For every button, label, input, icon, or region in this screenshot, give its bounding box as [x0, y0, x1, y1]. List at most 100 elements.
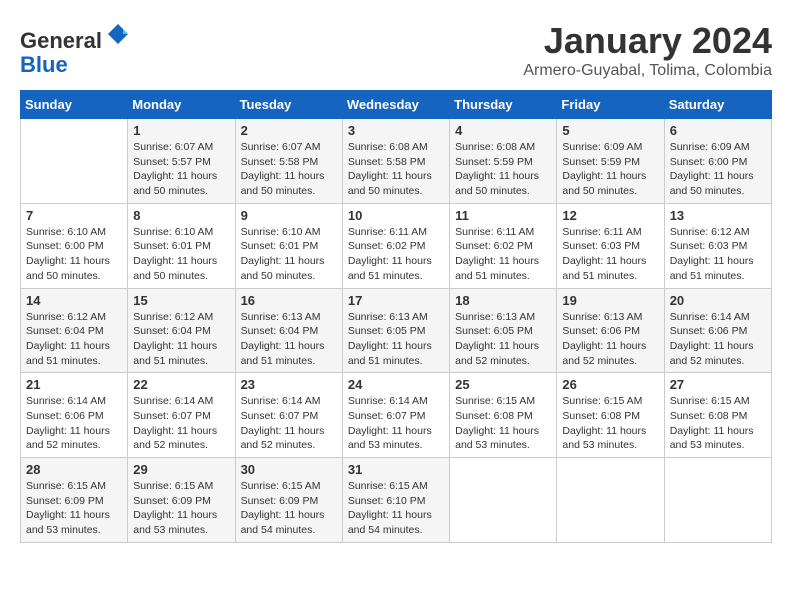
day-number: 6 — [670, 123, 766, 138]
day-cell: 18 Sunrise: 6:13 AMSunset: 6:05 PMDayligh… — [450, 288, 557, 373]
day-info: Sunrise: 6:07 AMSunset: 5:57 PMDaylight:… — [133, 140, 229, 199]
week-row-1: 1 Sunrise: 6:07 AMSunset: 5:57 PMDaylight… — [21, 119, 772, 204]
logo: General Blue — [20, 20, 132, 77]
day-info: Sunrise: 6:14 AMSunset: 6:06 PMDaylight:… — [26, 394, 122, 453]
week-row-2: 7 Sunrise: 6:10 AMSunset: 6:00 PMDaylight… — [21, 203, 772, 288]
location-title: Armero-Guyabal, Tolima, Colombia — [523, 62, 772, 80]
day-info: Sunrise: 6:14 AMSunset: 6:07 PMDaylight:… — [133, 394, 229, 453]
day-info: Sunrise: 6:15 AMSunset: 6:09 PMDaylight:… — [133, 479, 229, 538]
day-number: 19 — [562, 293, 658, 308]
day-number: 25 — [455, 377, 551, 392]
day-number: 29 — [133, 462, 229, 477]
day-cell — [21, 119, 128, 204]
day-cell: 24Sunrise: 6:14 AMSunset: 6:07 PMDayligh… — [342, 373, 449, 458]
day-info: Sunrise: 6:11 AMSunset: 6:02 PMDaylight:… — [348, 225, 444, 284]
day-cell: 3 Sunrise: 6:08 AMSunset: 5:58 PMDaylight… — [342, 119, 449, 204]
day-header-sunday: Sunday — [21, 91, 128, 119]
day-info: Sunrise: 6:15 AMSunset: 6:09 PMDaylight:… — [26, 479, 122, 538]
day-cell: 12Sunrise: 6:11 AMSunset: 6:03 PMDayligh… — [557, 203, 664, 288]
day-info: Sunrise: 6:12 AMSunset: 6:04 PMDaylight:… — [133, 310, 229, 369]
day-cell: 14 Sunrise: 6:12 AMSunset: 6:04 PMDayligh… — [21, 288, 128, 373]
day-cell: 26Sunrise: 6:15 AMSunset: 6:08 PMDayligh… — [557, 373, 664, 458]
day-info: Sunrise: 6:10 AMSunset: 6:01 PMDaylight:… — [241, 225, 337, 284]
day-cell: 23 Sunrise: 6:14 AMSunset: 6:07 PMDayligh… — [235, 373, 342, 458]
day-number: 20 — [670, 293, 766, 308]
day-cell — [557, 458, 664, 543]
day-number: 17 — [348, 293, 444, 308]
day-info: Sunrise: 6:14 AMSunset: 6:07 PMDaylight:… — [241, 394, 337, 453]
day-info: Sunrise: 6:08 AMSunset: 5:58 PMDaylight:… — [348, 140, 444, 199]
day-cell: 19 Sunrise: 6:13 AMSunset: 6:06 PMDayligh… — [557, 288, 664, 373]
day-cell: 29 Sunrise: 6:15 AMSunset: 6:09 PMDayligh… — [128, 458, 235, 543]
week-row-5: 28 Sunrise: 6:15 AMSunset: 6:09 PMDayligh… — [21, 458, 772, 543]
page-header: General Blue January 2024 Armero-Guyabal… — [20, 20, 772, 80]
day-info: Sunrise: 6:12 AMSunset: 6:04 PMDaylight:… — [26, 310, 122, 369]
day-info: Sunrise: 6:13 AMSunset: 6:06 PMDaylight:… — [562, 310, 658, 369]
day-header-friday: Friday — [557, 91, 664, 119]
day-info: Sunrise: 6:13 AMSunset: 6:05 PMDaylight:… — [455, 310, 551, 369]
month-title: January 2024 — [523, 20, 772, 62]
day-info: Sunrise: 6:14 AMSunset: 6:06 PMDaylight:… — [670, 310, 766, 369]
week-row-3: 14 Sunrise: 6:12 AMSunset: 6:04 PMDayligh… — [21, 288, 772, 373]
day-number: 1 — [133, 123, 229, 138]
day-number: 8 — [133, 208, 229, 223]
day-cell: 20 Sunrise: 6:14 AMSunset: 6:06 PMDayligh… — [664, 288, 771, 373]
day-info: Sunrise: 6:15 AMSunset: 6:08 PMDaylight:… — [562, 394, 658, 453]
day-number: 4 — [455, 123, 551, 138]
day-info: Sunrise: 6:08 AMSunset: 5:59 PMDaylight:… — [455, 140, 551, 199]
week-row-4: 21 Sunrise: 6:14 AMSunset: 6:06 PMDayligh… — [21, 373, 772, 458]
day-cell: 5 Sunrise: 6:09 AMSunset: 5:59 PMDaylight… — [557, 119, 664, 204]
day-cell: 2 Sunrise: 6:07 AMSunset: 5:58 PMDaylight… — [235, 119, 342, 204]
day-info: Sunrise: 6:12 AMSunset: 6:03 PMDaylight:… — [670, 225, 766, 284]
day-number: 30 — [241, 462, 337, 477]
day-cell — [450, 458, 557, 543]
day-cell: 1 Sunrise: 6:07 AMSunset: 5:57 PMDaylight… — [128, 119, 235, 204]
day-cell: 27 Sunrise: 6:15 AMSunset: 6:08 PMDayligh… — [664, 373, 771, 458]
day-number: 21 — [26, 377, 122, 392]
day-info: Sunrise: 6:07 AMSunset: 5:58 PMDaylight:… — [241, 140, 337, 199]
day-number: 14 — [26, 293, 122, 308]
logo-general: General — [20, 28, 102, 53]
day-info: Sunrise: 6:15 AMSunset: 6:08 PMDaylight:… — [670, 394, 766, 453]
title-block: January 2024 Armero-Guyabal, Tolima, Col… — [523, 20, 772, 80]
day-cell: 8 Sunrise: 6:10 AMSunset: 6:01 PMDaylight… — [128, 203, 235, 288]
day-info: Sunrise: 6:11 AMSunset: 6:02 PMDaylight:… — [455, 225, 551, 284]
day-cell: 28 Sunrise: 6:15 AMSunset: 6:09 PMDayligh… — [21, 458, 128, 543]
day-info: Sunrise: 6:10 AMSunset: 6:01 PMDaylight:… — [133, 225, 229, 284]
day-info: Sunrise: 6:11 AMSunset: 6:03 PMDaylight:… — [562, 225, 658, 284]
day-cell: 6Sunrise: 6:09 AMSunset: 6:00 PMDaylight… — [664, 119, 771, 204]
day-number: 2 — [241, 123, 337, 138]
day-info: Sunrise: 6:09 AMSunset: 5:59 PMDaylight:… — [562, 140, 658, 199]
day-number: 18 — [455, 293, 551, 308]
day-header-thursday: Thursday — [450, 91, 557, 119]
logo-icon — [104, 20, 132, 48]
day-header-monday: Monday — [128, 91, 235, 119]
day-number: 23 — [241, 377, 337, 392]
day-number: 28 — [26, 462, 122, 477]
day-number: 10 — [348, 208, 444, 223]
day-number: 11 — [455, 208, 551, 223]
day-number: 7 — [26, 208, 122, 223]
day-cell: 21 Sunrise: 6:14 AMSunset: 6:06 PMDayligh… — [21, 373, 128, 458]
day-number: 24 — [348, 377, 444, 392]
day-info: Sunrise: 6:13 AMSunset: 6:05 PMDaylight:… — [348, 310, 444, 369]
day-header-wednesday: Wednesday — [342, 91, 449, 119]
logo-blue: Blue — [20, 52, 68, 77]
day-number: 31 — [348, 462, 444, 477]
day-cell: 31 Sunrise: 6:15 AMSunset: 6:10 PMDayligh… — [342, 458, 449, 543]
calendar-table: SundayMondayTuesdayWednesdayThursdayFrid… — [20, 90, 772, 543]
day-info: Sunrise: 6:15 AMSunset: 6:10 PMDaylight:… — [348, 479, 444, 538]
day-info: Sunrise: 6:10 AMSunset: 6:00 PMDaylight:… — [26, 225, 122, 284]
day-info: Sunrise: 6:15 AMSunset: 6:09 PMDaylight:… — [241, 479, 337, 538]
day-header-saturday: Saturday — [664, 91, 771, 119]
header-row: SundayMondayTuesdayWednesdayThursdayFrid… — [21, 91, 772, 119]
day-header-tuesday: Tuesday — [235, 91, 342, 119]
day-number: 27 — [670, 377, 766, 392]
day-cell: 10 Sunrise: 6:11 AMSunset: 6:02 PMDayligh… — [342, 203, 449, 288]
day-number: 5 — [562, 123, 658, 138]
day-cell: 11 Sunrise: 6:11 AMSunset: 6:02 PMDayligh… — [450, 203, 557, 288]
day-number: 22 — [133, 377, 229, 392]
day-number: 3 — [348, 123, 444, 138]
day-cell: 15Sunrise: 6:12 AMSunset: 6:04 PMDayligh… — [128, 288, 235, 373]
day-number: 13 — [670, 208, 766, 223]
